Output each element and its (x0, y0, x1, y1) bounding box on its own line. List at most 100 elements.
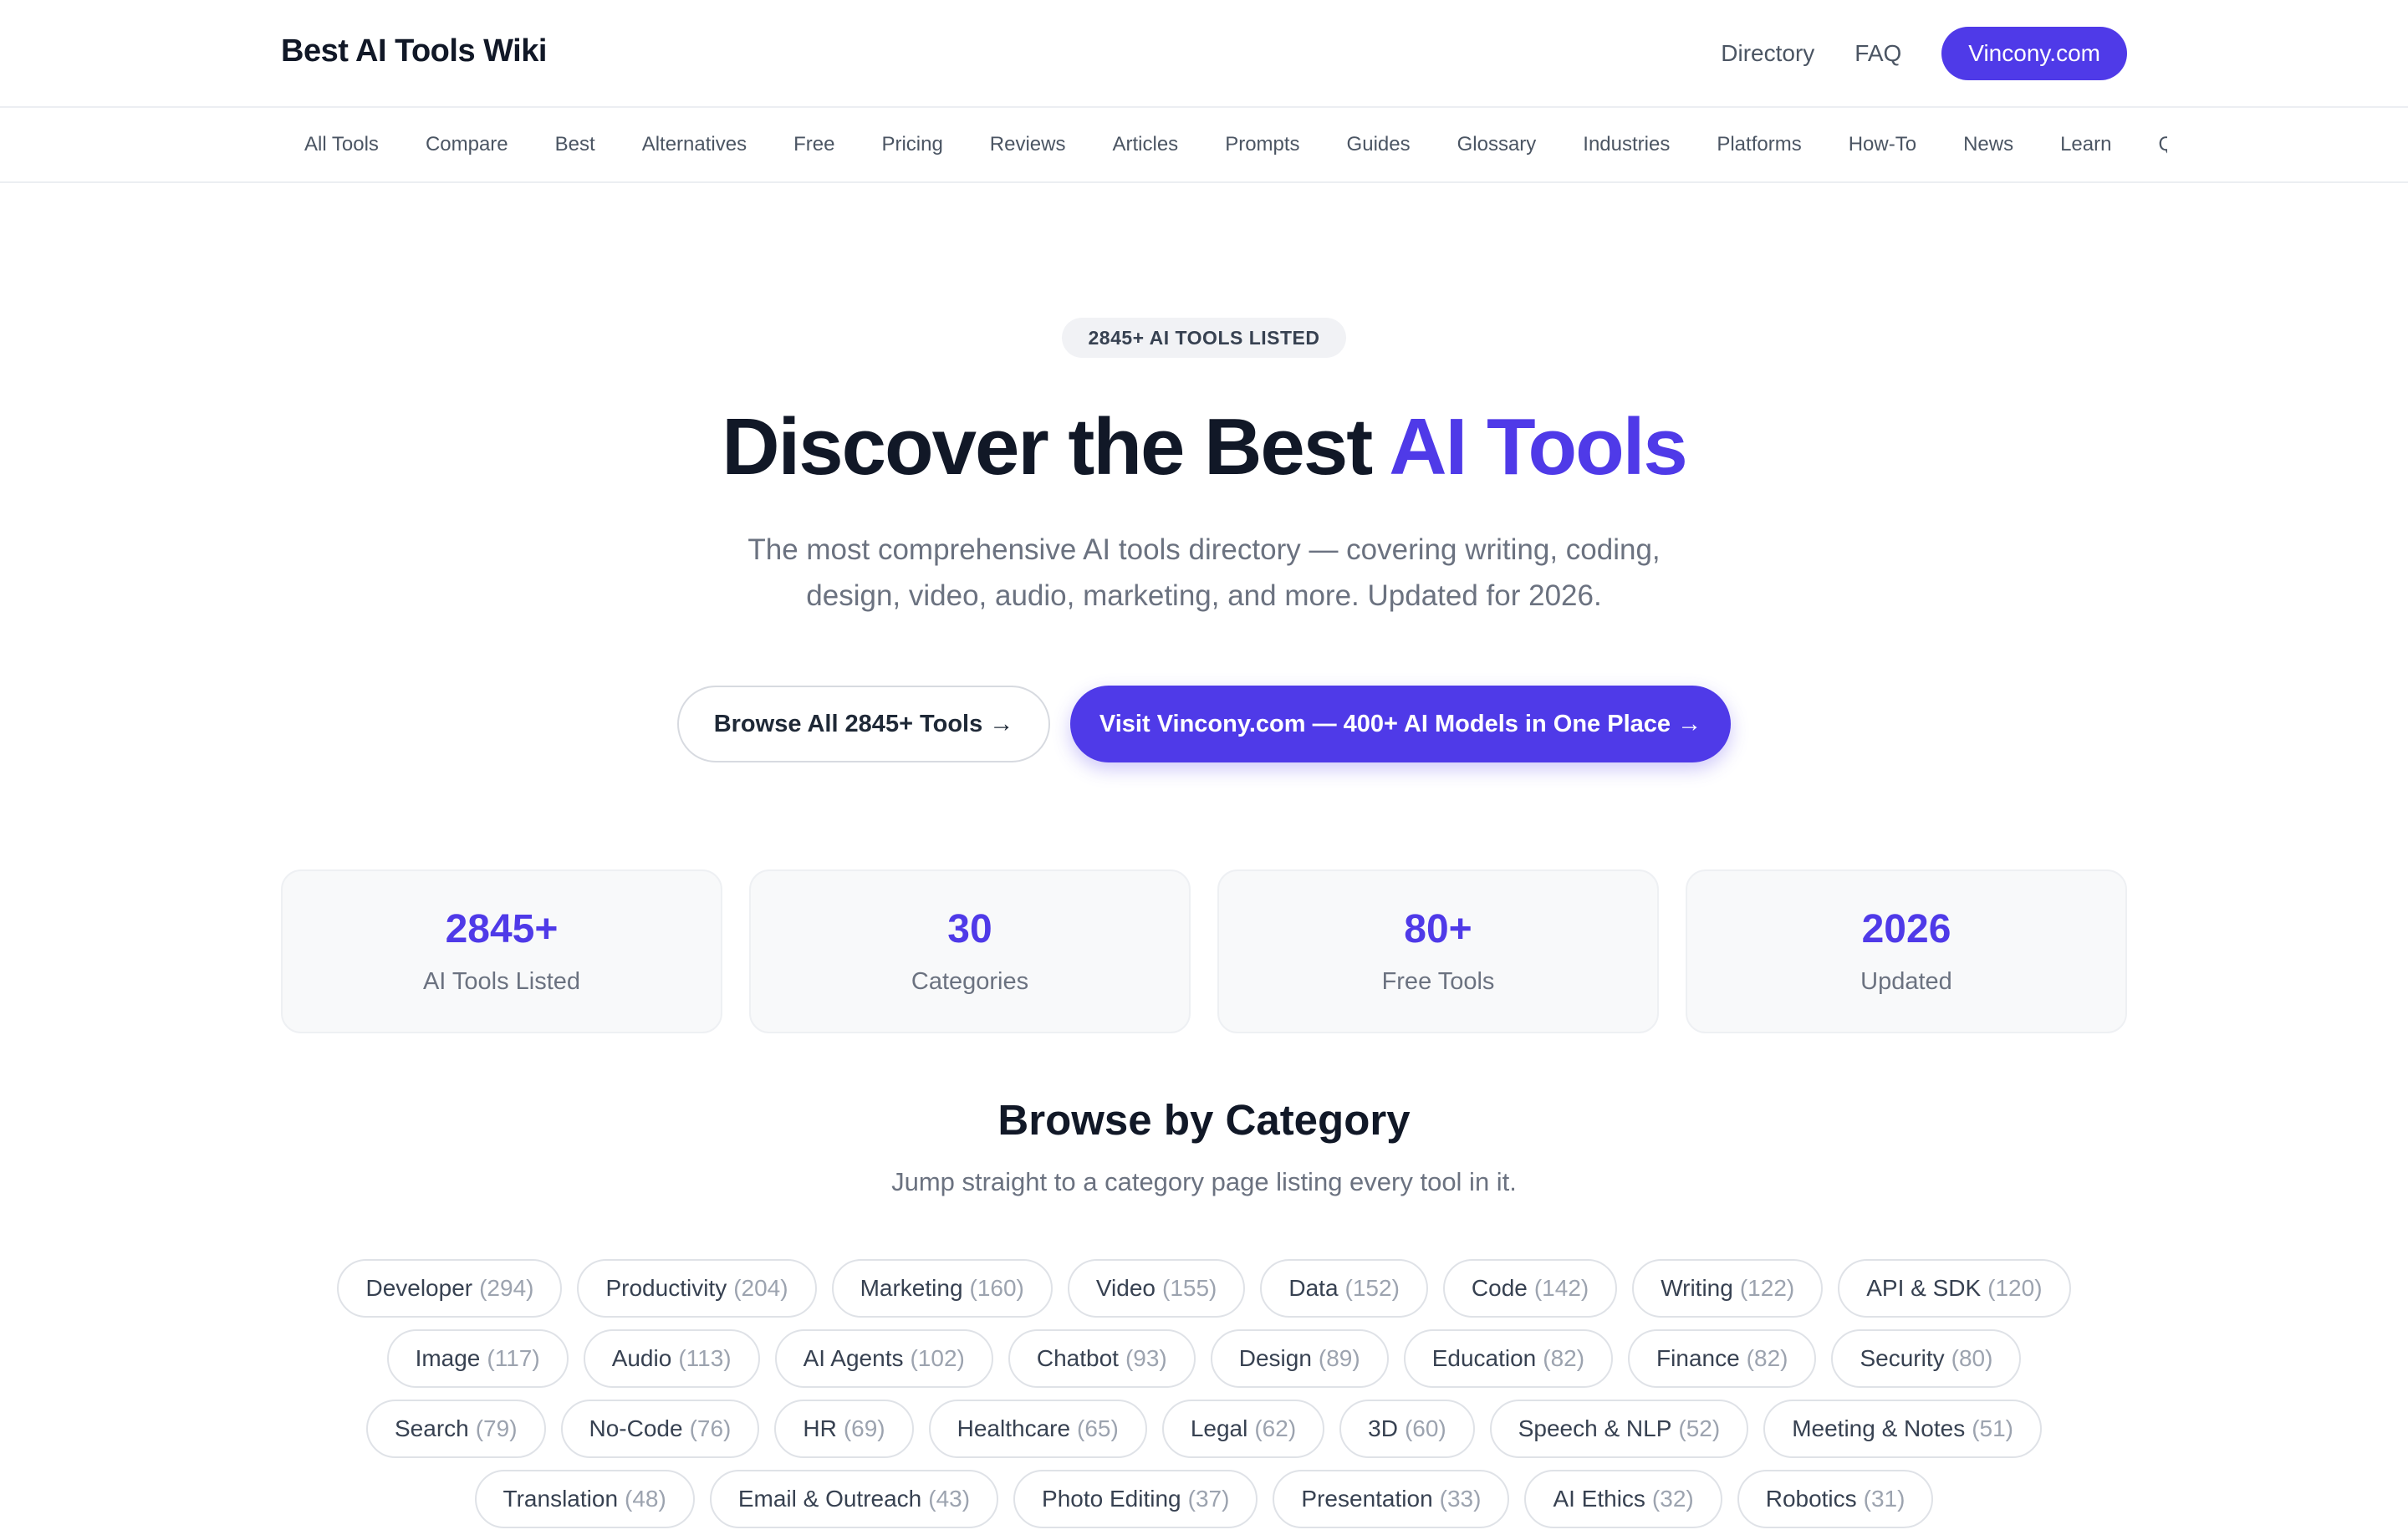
category-nav-scroller: All Tools Compare Best Alternatives Free… (281, 108, 2167, 181)
category-pill[interactable]: Security (80) (1831, 1329, 2022, 1388)
category-pill[interactable]: Data (152) (1260, 1259, 1428, 1318)
subnav-item-alternatives[interactable]: Alternatives (619, 133, 770, 156)
stat-value: 2026 (1861, 907, 1951, 951)
category-count: (80) (1951, 1345, 1993, 1371)
category-name: Education (1431, 1345, 1537, 1371)
category-name: HR (803, 1415, 837, 1441)
category-pill[interactable]: Chatbot (93) (1008, 1329, 1196, 1388)
category-count: (62) (1254, 1415, 1297, 1441)
category-count: (122) (1739, 1275, 1795, 1301)
category-pill[interactable]: Translation (48) (474, 1470, 695, 1528)
category-pill[interactable]: AI Ethics (32) (1524, 1470, 1722, 1528)
subnav-item-news[interactable]: News (1940, 133, 2037, 156)
category-pill[interactable]: Code (142) (1442, 1259, 1618, 1318)
stats-row: 2845+ AI Tools Listed 30 Categories 80+ … (281, 869, 2127, 1033)
category-name: Translation (503, 1486, 619, 1512)
category-pill[interactable]: Writing (122) (1632, 1259, 1824, 1318)
category-pill[interactable]: Presentation (33) (1273, 1470, 1510, 1528)
category-count: (51) (1972, 1415, 2013, 1441)
category-count: (120) (1987, 1275, 2043, 1301)
category-pill[interactable]: Healthcare (65) (928, 1400, 1147, 1458)
subnav-item-how-to[interactable]: How-To (1825, 133, 1940, 156)
category-count: (89) (1318, 1345, 1360, 1371)
subnav-item-guides[interactable]: Guides (1324, 133, 1434, 156)
category-pill[interactable]: Marketing (160) (831, 1259, 1053, 1318)
category-count: (43) (928, 1486, 971, 1512)
category-name: Security (1860, 1345, 1945, 1371)
category-pill[interactable]: Email & Outreach (43) (709, 1470, 999, 1528)
category-pill[interactable]: Robotics (31) (1737, 1470, 1934, 1528)
category-pill[interactable]: Meeting & Notes (51) (1763, 1400, 2042, 1458)
category-count: (60) (1404, 1415, 1446, 1441)
subnav-item-platforms[interactable]: Platforms (1693, 133, 1824, 156)
category-pill[interactable]: Design (89) (1210, 1329, 1389, 1388)
category-pill[interactable]: No-Code (76) (560, 1400, 760, 1458)
category-pill[interactable]: 3D (60) (1339, 1400, 1475, 1458)
category-pill[interactable]: Photo Editing (37) (1013, 1470, 1258, 1528)
subnav-item-glossary[interactable]: Glossary (1434, 133, 1560, 156)
category-name: Video (1095, 1275, 1156, 1301)
category-name: Audio (611, 1345, 672, 1371)
visit-vincony-button[interactable]: Visit Vincony.com — 400+ AI Models in On… (1070, 686, 1731, 762)
vincony-cta-button[interactable]: Vincony.com (1941, 27, 2127, 80)
category-pill[interactable]: Developer (294) (337, 1259, 563, 1318)
subnav-item-all-tools[interactable]: All Tools (281, 133, 402, 156)
category-count: (82) (1543, 1345, 1585, 1371)
category-pill[interactable]: Productivity (204) (577, 1259, 817, 1318)
category-pill[interactable]: Audio (113) (583, 1329, 760, 1388)
browse-category-subtitle: Jump straight to a category page listing… (891, 1167, 1517, 1196)
category-name: Code (1471, 1275, 1528, 1301)
category-name: AI Agents (803, 1345, 904, 1371)
category-pill[interactable]: Image (117) (386, 1329, 569, 1388)
hero-subtitle: The most comprehensive AI tools director… (747, 533, 1661, 612)
category-name: Design (1238, 1345, 1312, 1371)
category-pill[interactable]: Speech & NLP (52) (1489, 1400, 1749, 1458)
hero-title-accent: AI Tools (1389, 402, 1688, 492)
category-name: Legal (1190, 1415, 1248, 1441)
category-pill[interactable]: Legal (62) (1161, 1400, 1325, 1458)
subnav-item-pricing[interactable]: Pricing (858, 133, 966, 156)
category-pill[interactable]: HR (69) (774, 1400, 914, 1458)
browse-category-title: Browse by Category (997, 1096, 1411, 1144)
category-pill[interactable]: AI Agents (102) (774, 1329, 993, 1388)
subnav-item-free[interactable]: Free (770, 133, 858, 156)
category-count: (113) (678, 1345, 732, 1371)
category-count: (160) (969, 1275, 1024, 1301)
category-name: Email & Outreach (737, 1486, 922, 1512)
category-count: (52) (1678, 1415, 1721, 1441)
stat-card-tools: 2845+ AI Tools Listed (281, 869, 722, 1033)
stat-card-categories: 30 Categories (749, 869, 1191, 1033)
category-name: API & SDK (1866, 1275, 1982, 1301)
category-pill[interactable]: Finance (82) (1628, 1329, 1817, 1388)
category-pill[interactable]: Search (79) (366, 1400, 546, 1458)
site-logo[interactable]: Best AI Tools Wiki (281, 33, 547, 69)
stat-card-updated: 2026 Updated (1686, 869, 2127, 1033)
subnav-item-reviews[interactable]: Reviews (967, 133, 1089, 156)
category-count: (294) (479, 1275, 534, 1301)
category-name: Developer (365, 1275, 473, 1301)
subnav-item-prompts[interactable]: Prompts (1201, 133, 1323, 156)
category-count: (37) (1187, 1486, 1230, 1512)
subnav-item-truncated[interactable]: Q (2135, 133, 2167, 156)
browse-all-tools-button[interactable]: Browse All 2845+ Tools → (677, 686, 1050, 762)
category-name: Image (415, 1345, 481, 1371)
stat-card-free-tools: 80+ Free Tools (1217, 869, 1659, 1033)
hero-title: Discover the Best AI Tools (0, 393, 2408, 502)
nav-link-faq[interactable]: FAQ (1854, 40, 1901, 67)
category-count: (117) (487, 1345, 540, 1371)
hero-title-main: Discover the Best (722, 402, 1373, 492)
category-pill[interactable]: Education (82) (1403, 1329, 1614, 1388)
subnav-item-compare[interactable]: Compare (402, 133, 532, 156)
subnav-item-industries[interactable]: Industries (1559, 133, 1693, 156)
category-name: Presentation (1301, 1486, 1433, 1512)
category-count: (79) (475, 1415, 518, 1441)
category-pill[interactable]: API & SDK (120) (1838, 1259, 2071, 1318)
category-name: Speech & NLP (1518, 1415, 1672, 1441)
subnav-item-best[interactable]: Best (532, 133, 619, 156)
category-name: Marketing (860, 1275, 963, 1301)
category-pill[interactable]: Video (155) (1067, 1259, 1246, 1318)
nav-link-directory[interactable]: Directory (1721, 40, 1814, 67)
category-name: Robotics (1765, 1486, 1857, 1512)
subnav-item-articles[interactable]: Articles (1089, 133, 1202, 156)
subnav-item-learn[interactable]: Learn (2037, 133, 2135, 156)
